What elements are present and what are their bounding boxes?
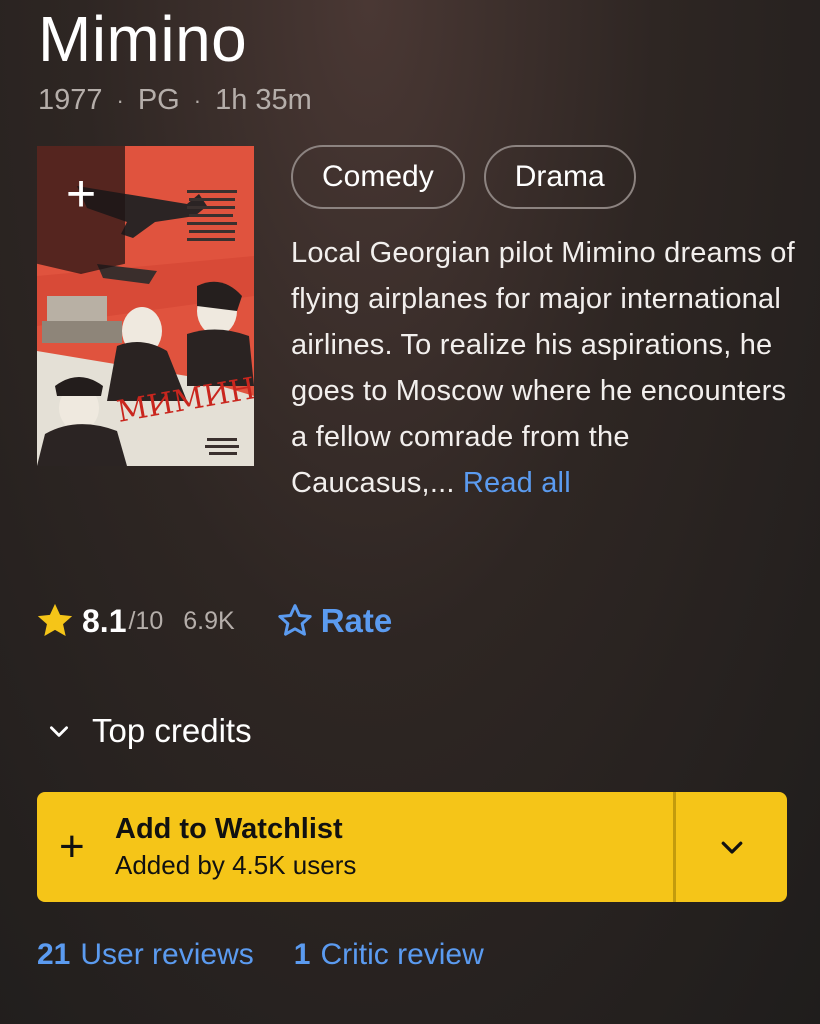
plot-text: Local Georgian pilot Mimino dreams of fl… — [291, 237, 795, 499]
watchlist-button-group: + Add to Watchlist Added by 4.5K users — [37, 792, 787, 902]
read-all-link[interactable]: Read all — [463, 467, 571, 499]
rating-score: 8.1 — [82, 602, 127, 639]
meta-separator: · — [193, 87, 202, 113]
runtime: 1h 35m — [215, 84, 312, 116]
vote-count: 6.9K — [183, 606, 235, 635]
page-title: Mimino — [38, 3, 248, 75]
rating-scale: /10 — [128, 606, 164, 635]
genre-chip[interactable]: Drama — [483, 145, 636, 209]
add-to-watchlist-ribbon[interactable]: + — [37, 146, 125, 274]
top-credits-toggle[interactable]: Top credits — [46, 712, 252, 750]
user-reviews-link[interactable]: 21 User reviews — [37, 938, 254, 972]
rate-button[interactable]: Rate — [275, 601, 393, 641]
poster-image[interactable]: МИМИНО + — [37, 146, 254, 466]
watchlist-subtitle: Added by 4.5K users — [115, 850, 357, 880]
critic-review-count: 1 — [293, 938, 311, 971]
watchlist-options-button[interactable] — [676, 792, 787, 902]
user-review-label: User reviews — [80, 938, 254, 971]
add-icon: + — [65, 165, 97, 223]
reviews-row: 21 User reviews 1 Critic review — [37, 938, 484, 972]
top-credits-label: Top credits — [92, 712, 252, 749]
chevron-down-icon — [721, 841, 742, 854]
watchlist-title: Add to Watchlist — [115, 813, 343, 845]
chevron-down-icon — [50, 726, 68, 737]
star-outline-icon — [278, 604, 312, 636]
critic-review-label: Critic review — [320, 938, 484, 971]
plot-summary: Local Georgian pilot Mimino dreams of fl… — [291, 230, 796, 506]
star-icon — [37, 603, 73, 637]
user-review-count: 21 — [37, 938, 71, 971]
watchlist-text: Add to Watchlist Added by 4.5K users — [115, 811, 356, 883]
critic-reviews-link[interactable]: 1 Critic review — [294, 938, 484, 972]
add-to-watchlist-button[interactable]: + Add to Watchlist Added by 4.5K users — [37, 792, 673, 902]
content-rating: PG — [137, 84, 180, 116]
rating-row: 8.1 /10 6.9K Rate — [34, 596, 392, 646]
release-year: 1977 — [38, 84, 103, 116]
plus-icon: + — [59, 822, 85, 871]
genre-chips: Comedy Drama — [291, 145, 636, 209]
rate-label: Rate — [320, 602, 393, 639]
genre-chip[interactable]: Comedy — [291, 145, 465, 209]
meta-separator: · — [116, 87, 124, 113]
title-meta: 1977 · PG · 1h 35m — [38, 84, 312, 117]
